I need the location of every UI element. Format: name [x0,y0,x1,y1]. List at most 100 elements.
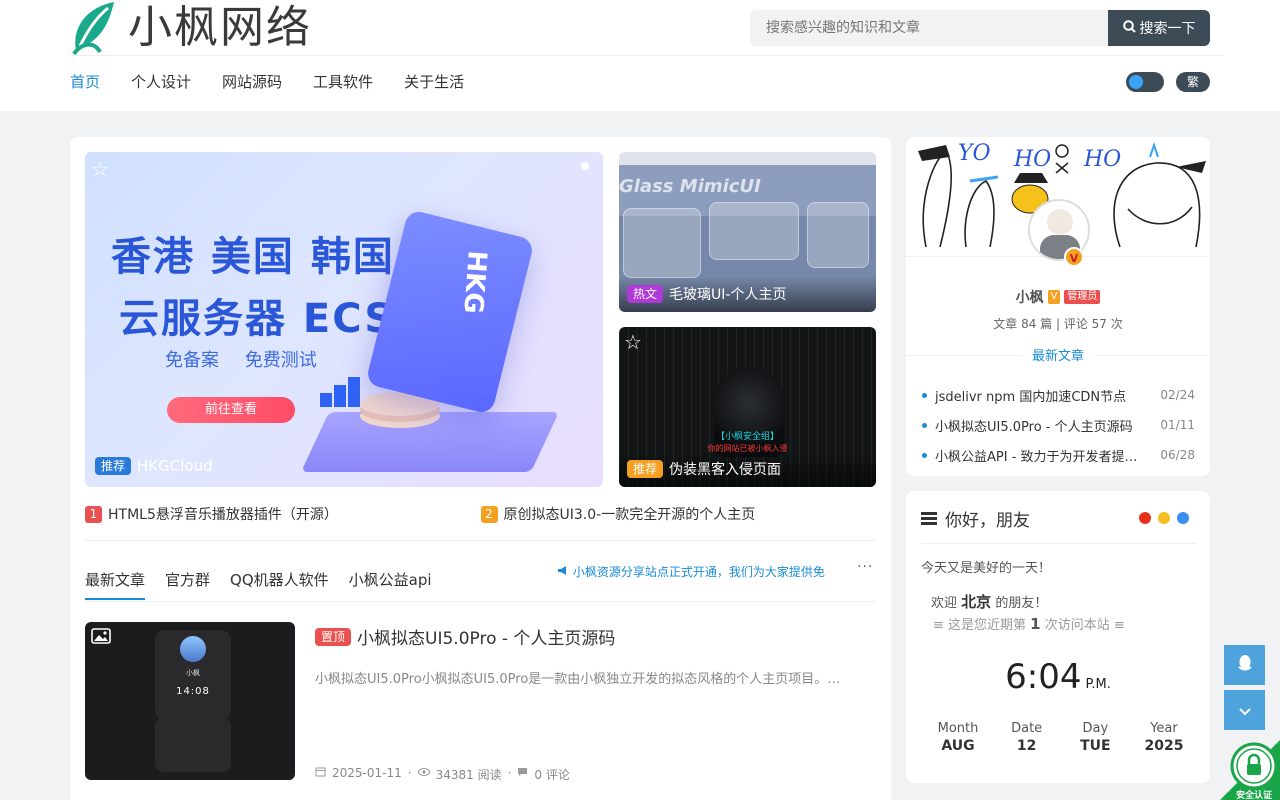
post-meta: 2025-01-11 · 34381 阅读 · 0 评论 [315,766,570,783]
latest-article-item[interactable]: 小枫公益API - 致力于为开发者提供稳定的API 06/28 [922,440,1195,470]
nav-item-home[interactable]: 首页 [70,64,100,100]
header-divider [70,55,1224,56]
comment-icon [517,766,528,783]
nav-item-source[interactable]: 网站源码 [222,64,282,100]
scroll-down-button[interactable] [1224,690,1265,730]
search-button[interactable]: 搜索一下 [1108,10,1210,46]
logo-text: 小枫网络 [128,2,312,53]
verified-badge-icon: V [1064,247,1084,267]
visit-count-line: ≡ 这是您近期第 1 次访问本站 ≡ [933,614,1125,633]
ssl-security-badge[interactable]: 安全认证 [1220,740,1280,800]
hot-list-item[interactable]: 2 原创拟态UI3.0-一款完全开源的个人主页 [480,504,877,524]
post-views: 34381 阅读 [435,768,502,782]
latest-article-title: 小枫公益API - 致力于为开发者提供稳定的API [935,449,1149,465]
post-thumbnail[interactable]: 小枫 14:08 [85,622,295,780]
banner-bars-art [320,377,360,407]
hot-item-title: HTML5悬浮音乐播放器插件（开源） [108,507,338,523]
bullet-icon [922,392,927,398]
banner-card-text: HKG [457,249,492,315]
star-icon[interactable]: ☆ [624,330,642,354]
meta-separator: · [507,766,512,780]
nav-item-design[interactable]: 个人设计 [131,64,191,100]
visit-prefix: ≡ 这是您近期第 [933,618,1027,633]
eye-icon [417,766,430,783]
author-name[interactable]: 小枫 [1016,287,1044,307]
rank-badge: 2 [480,505,498,523]
tabs-divider [85,601,876,602]
nav-item-life[interactable]: 关于生活 [404,64,464,100]
nav-item-tools[interactable]: 工具软件 [313,64,373,100]
post-item[interactable]: 小枫 14:08 置顶 小枫拟态UI5.0Pro - 个人主页源码 小枫拟态UI… [85,622,876,782]
notice-ticker[interactable]: 小枫资源分享站点正式开通，我们为大家提供免 [557,564,857,580]
latest-articles-list: jsdelivr npm 国内加速CDN节点 02/24 小枫拟态UI5.0Pr… [922,380,1195,470]
slide-dot[interactable] [581,162,589,170]
side-card-title: 毛玻璃UI-个人主页 [669,287,787,303]
hot-item-title: 原创拟态UI3.0-一款完全开源的个人主页 [503,507,756,523]
search-button-label: 搜索一下 [1139,21,1196,37]
glass-art-panel [709,202,799,260]
banner-slide[interactable]: ☆ 香港 美国 韩国 云服务器 ECS 免备案 免费测试 前往查看 HKG 推荐… [85,152,603,487]
author-stats: 文章 84 篇 | 评论 57 次 [993,317,1123,331]
hacker-art-line1: 【小枫安全组】 [715,432,779,442]
side-card-title: 伪装黑客入侵页面 [669,462,782,478]
main-content: ☆ 香港 美国 韩国 云服务器 ECS 免备案 免费测试 前往查看 HKG 推荐… [70,137,891,800]
traditional-chinese-button[interactable]: 繁 [1176,72,1210,92]
notice-text: 小枫资源分享站点正式开通，我们为大家提供免 [572,565,825,579]
v-tag: V [1047,290,1061,304]
latest-article-title: jsdelivr npm 国内加速CDN节点 [935,389,1127,405]
red-dot-icon [1139,512,1151,524]
greeting-divider [921,543,1195,544]
calendar-icon [315,766,326,783]
date-weekday: Day TUE [1063,721,1127,754]
side-card-caption: 推荐 伪装黑客入侵页面 [619,451,876,487]
tab-latest[interactable]: 最新文章 [85,562,146,600]
side-card-hacker-page[interactable]: ☆ 【小枫安全组】 你的网站已被小枫入侵 推荐 伪装黑客入侵页面 [619,327,876,487]
tab-public-api[interactable]: 小枫公益api [349,562,432,600]
admin-badge: 管理员 [1064,290,1101,304]
date-value: AUG [941,738,975,754]
side-card-caption: 热文 毛玻璃UI-个人主页 [619,276,876,312]
date-month: Month AUG [926,721,990,754]
post-title[interactable]: 置顶 小枫拟态UI5.0Pro - 个人主页源码 [315,624,615,649]
post-comments: 0 评论 [534,768,570,782]
search-input[interactable] [750,10,1108,46]
greeting-message: 今天又是美好的一天！ [921,561,1052,576]
meta-separator: · [407,766,412,780]
post-excerpt: 小枫拟态UI5.0Pro小枫拟态UI5.0Pro是一款由小枫独立开发的拟态风格的… [315,672,841,687]
tab-qq-robot[interactable]: QQ机器人软件 [230,562,329,600]
clock-ampm: P.M. [1085,677,1111,692]
search-bar: 搜索一下 [750,10,1210,46]
section-divider [85,540,876,541]
leaf-logo-icon [70,0,120,56]
greeting-card: 你好，朋友 今天又是美好的一天！ 欢迎 北京 的朋友！ ≡ 这是您近期第 1 次… [906,491,1210,783]
content-tabs: 最新文章 官方群 QQ机器人软件 小枫公益api [85,562,432,600]
side-card-glass-ui[interactable]: Glass MimicUI 热文 毛玻璃UI-个人主页 [619,152,876,312]
site-logo[interactable]: 小枫网络 [70,0,312,56]
banner-caption[interactable]: 推荐 HKGCloud [95,457,213,475]
latest-articles-heading-text: 最新文章 [1021,349,1094,364]
tab-official-group[interactable]: 官方群 [165,562,210,600]
pinned-tag: 置顶 [315,627,352,646]
more-menu-button[interactable]: ··· [857,559,873,575]
latest-article-item[interactable]: 小枫拟态UI5.0Pro - 个人主页源码 01/11 [922,410,1195,440]
hot-list-item[interactable]: 1 HTML5悬浮音乐播放器插件（开源） [85,504,481,524]
megaphone-icon [557,565,573,579]
star-icon[interactable]: ☆ [91,157,109,181]
greeting-title: 你好，朋友 [921,506,1030,531]
glass-art-panel [623,208,701,278]
welcome-suffix: 的朋友！ [995,596,1048,611]
banner-cta-button[interactable]: 前往查看 [167,397,295,423]
dark-mode-toggle[interactable] [1126,72,1164,92]
qq-contact-button[interactable] [1224,645,1265,685]
menu-icon [921,512,937,525]
latest-article-item[interactable]: jsdelivr npm 国内加速CDN节点 02/24 [922,380,1195,410]
date-value: 2025 [1144,738,1184,754]
recommend-tag: 推荐 [95,457,132,475]
visit-suffix: 次访问本站 ≡ [1044,618,1125,633]
blue-dot-icon [1177,512,1189,524]
author-name-row: 小枫 V 管理员 [906,287,1210,307]
latest-article-date: 02/24 [1160,388,1195,402]
date-value: 12 [1016,738,1037,754]
post-title-text: 小枫拟态UI5.0Pro - 个人主页源码 [357,629,616,649]
banner-headline-2: 云服务器 ECS [119,296,396,342]
